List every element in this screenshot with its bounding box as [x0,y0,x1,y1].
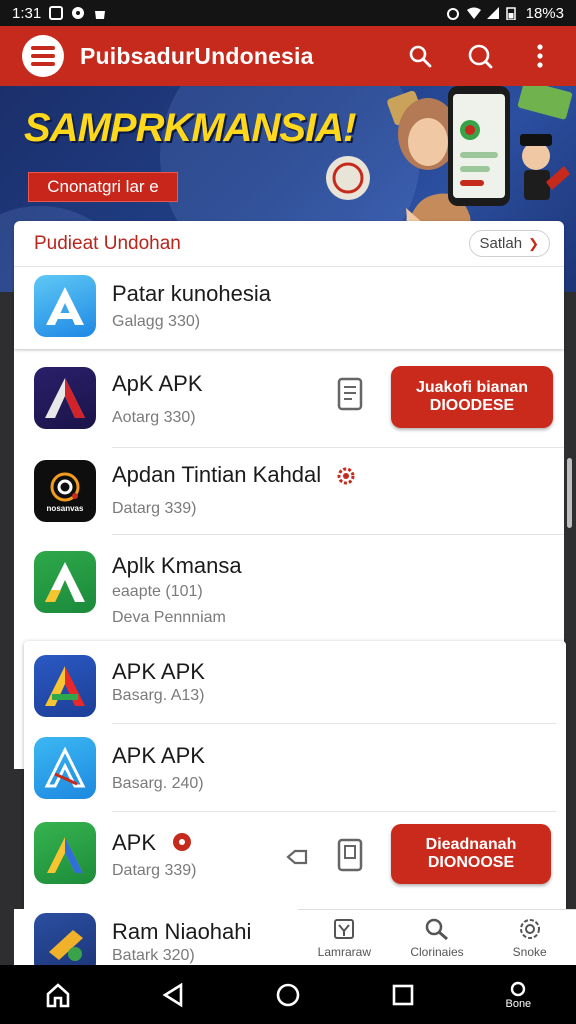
banner-cta-button[interactable]: Cnonatgri lar e [28,172,178,202]
app-a-multicolor-icon [34,655,96,717]
alarm-icon [446,6,460,20]
app-subtitle: eaapte (101) [112,583,203,600]
tab-lamraraw[interactable]: Lamraraw [298,910,391,965]
app-a-outline-icon [34,737,96,799]
app-list-section: Pudieat Undohan Satlah ❯ Patar kunohesia… [14,221,566,975]
document-icon[interactable] [337,838,363,872]
home-icon[interactable] [38,975,78,1015]
more-options-icon[interactable] [526,42,554,70]
app-subtitle: Galagg 330) [112,313,201,330]
nav-caption: Bone [505,997,532,1010]
overview-icon[interactable] [383,975,423,1015]
tab-snoke[interactable]: Snoke [483,910,576,965]
gear-icon [519,918,540,939]
app-subtitle: Batark 320) [112,947,195,964]
app-bar: PuibsadurUndonesia [0,26,576,86]
app-name: APK APK [112,743,205,768]
search-icon [425,918,448,940]
app-a-blue-icon [34,275,96,337]
list-item[interactable]: APK APK Basarg. A13) [14,645,564,725]
app-subtitle: Datarg 339) [112,500,197,517]
app-a-green-icon [34,551,96,613]
user-icon[interactable]: Bone [498,975,538,1015]
notification-icon [49,6,64,20]
app-name: Ram Niaohahi [112,919,252,944]
bottom-tab-bar: Lamraraw Clorinaies Snoke [298,909,576,965]
app-a-green-alt-icon [34,822,96,884]
app-developer: Deva Pennniam [112,609,226,626]
chevron-right-icon: ❯ [528,235,539,251]
app-a-red-icon [34,367,96,429]
app-logo-icon[interactable] [22,35,64,77]
app-name: ApK APK [112,371,203,396]
document-icon[interactable] [337,377,363,411]
media-icon [71,6,85,20]
app-subtitle: Datarg 339) [112,862,197,879]
download-button[interactable]: Dieadnanah DIONOOSE [391,824,551,884]
app-name: Patar kunohesia [112,281,271,306]
tab-label: Snoke [512,944,547,959]
tab-label: Clorinaies [410,944,464,959]
list-item[interactable]: ApK APK Aotarg 330) Juakofi bianan DIOOD… [14,357,564,447]
section-title: Pudieat Undohan [34,232,181,254]
scrollbar[interactable] [567,458,572,528]
app-lens-icon: nosanvas [34,460,96,522]
verified-badge-icon [172,832,192,857]
download-button[interactable]: Juakofi bianan DIOODESE [391,366,553,428]
app-subtitle: Basarg. 240) [112,775,204,792]
app-icon-caption: nosanvas [46,503,84,513]
battery-icon [505,6,520,21]
bag-icon [93,6,107,20]
app-name: APK [112,830,157,855]
banner-headline: SAMPRKMANSIA! [24,106,356,150]
list-item[interactable]: APK Datarg 339) Dieadnanah DIONOOSE [14,812,564,904]
section-header: Pudieat Undohan Satlah ❯ [14,221,564,267]
status-bar: 1:31 18%3 [0,0,576,26]
wifi-icon [466,6,481,20]
app-subtitle: Aotarg 330) [112,409,196,426]
tab-label: Lamraraw [317,944,372,959]
checkbox-icon [334,918,355,939]
tab-clorinaies[interactable]: Clorinaies [391,910,484,965]
see-all-button[interactable]: Satlah ❯ [468,230,550,257]
list-item[interactable]: Patar kunohesia Galagg 330) [14,267,564,349]
status-time: 1:31 [12,4,42,22]
search-icon[interactable] [406,42,434,70]
share-icon[interactable] [286,848,308,871]
app-title: PuibsadurUndonesia [80,42,314,69]
app-name: Apdan Tintian Kahdal [112,462,322,487]
system-nav-bar: Bone [0,965,576,1024]
list-item[interactable]: Aplk Kmansa eaapte (101) Deva Pennniam [14,535,564,635]
see-all-label: Satlah [479,235,523,252]
battery-level: 18%3 [525,4,564,22]
app-subtitle: Basarg. A13) [112,687,205,704]
app-name: Aplk Kmansa [112,553,242,578]
app-name: APK APK [112,659,205,684]
home-circle-icon[interactable] [268,975,308,1015]
search-alt-icon[interactable] [466,42,494,70]
list-item[interactable]: nosanvas Apdan Tintian Kahdal Datarg 339… [14,448,564,534]
list-item[interactable]: APK APK Basarg. 240) [14,725,564,811]
back-icon[interactable] [153,975,193,1015]
verified-badge-icon [336,466,356,491]
signal-icon [486,6,500,20]
